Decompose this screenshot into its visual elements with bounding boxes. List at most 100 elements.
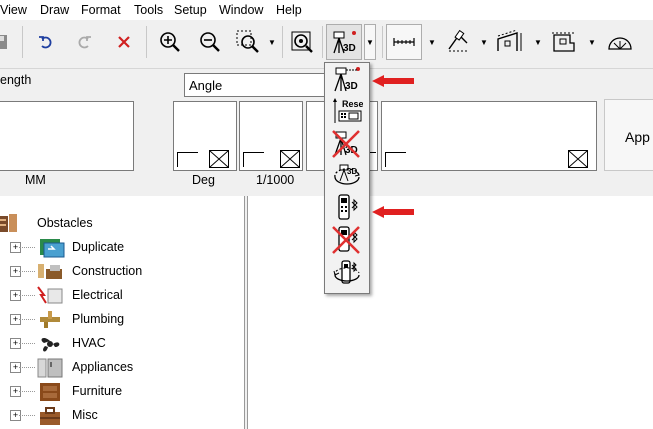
dropdown-item-reset[interactable]: Reset (331, 97, 367, 129)
misc-icon (40, 407, 60, 425)
svg-text:Reset: Reset (342, 99, 363, 109)
construction-icon (38, 264, 62, 279)
zoom-target-icon (291, 31, 313, 53)
tree-item-electrical[interactable]: + Electrical (0, 284, 244, 308)
tripod-dropdown-arrow[interactable]: ▼ (364, 24, 376, 60)
floorplan-button[interactable] (548, 26, 580, 58)
wall-dropdown-arrow[interactable]: ▼ (532, 26, 544, 58)
angle-field-value: Angle (189, 78, 223, 93)
menu-help[interactable]: Help (276, 3, 302, 17)
tripod-rotate-icon: 3D (334, 164, 360, 185)
save-icon (0, 35, 7, 49)
zoom-target-button[interactable] (286, 26, 318, 58)
toolbar: ▼ 3D ▼ ▼ ▼ ▼ ▼ (0, 20, 653, 68)
bluetooth-device-icon (338, 194, 358, 220)
tree-item-appliances[interactable]: + Appliances (0, 356, 244, 380)
unit-mm-label: MM (25, 173, 46, 187)
obstacles-tree: Obstacles + Duplicate + Construction + E… (0, 196, 245, 429)
dimension-button[interactable] (386, 24, 422, 60)
angle-display-box (173, 101, 237, 171)
unit-deg-label: Deg (192, 173, 215, 187)
zoom-in-button[interactable] (154, 26, 186, 58)
delete-x-icon (118, 36, 130, 48)
tripod-3d-button[interactable]: 3D (326, 24, 362, 60)
dropdown-item-bluetooth-device-disabled[interactable] (331, 225, 363, 257)
tree-item-furniture[interactable]: + Furniture (0, 380, 244, 404)
tripod-3d-icon: 3D (334, 67, 360, 92)
dropdown-item-tripod-rotate[interactable]: 3D (331, 161, 363, 193)
menu-bar: View Draw Format Tools Setup Window Help (0, 0, 653, 20)
corner-open-icon (385, 152, 406, 167)
tree-root-obstacles[interactable]: Obstacles (0, 212, 244, 236)
annotation-arrow-1 (372, 75, 414, 87)
svg-text:3D: 3D (345, 81, 358, 92)
zoom-window-icon (236, 30, 259, 53)
obstacles-icon (0, 214, 17, 232)
zoom-out-button[interactable] (194, 26, 226, 58)
tree-item-construction[interactable]: + Construction (0, 260, 244, 284)
redo-button[interactable] (68, 26, 100, 58)
menu-format[interactable]: Format (81, 3, 121, 17)
tree-item-plumbing[interactable]: + Plumbing (0, 308, 244, 332)
tree-item-hvac[interactable]: + HVAC (0, 332, 244, 356)
tree-item-label: Obstacles (37, 216, 93, 230)
corner-x-icon (209, 150, 229, 168)
dropdown-item-device-rotate[interactable] (331, 257, 363, 289)
zoom-in-icon (160, 32, 180, 52)
angle-field[interactable]: Angle (184, 73, 326, 97)
delete-button[interactable] (108, 26, 140, 58)
tree-item-misc[interactable]: + Misc (0, 404, 244, 428)
save-button[interactable] (0, 26, 16, 58)
zoom-out-icon (200, 32, 220, 52)
dropdown-item-tripod-3d-disabled[interactable]: 3D (331, 129, 363, 161)
drawing-canvas[interactable] (247, 196, 653, 429)
apply-button[interactable]: App (604, 99, 653, 171)
tripod-dropdown-menu: 3D Reset 3D 3D (324, 62, 370, 294)
menu-draw[interactable]: Draw (40, 3, 69, 17)
dimension-icon (393, 38, 415, 46)
tree-item-duplicate[interactable]: + Duplicate (0, 236, 244, 260)
electrical-icon (37, 286, 63, 304)
tripod-3d-disabled-icon: 3D (332, 130, 360, 158)
device-rotate-icon (333, 260, 360, 284)
dimension-dropdown-arrow[interactable]: ▼ (426, 26, 438, 58)
protractor-button[interactable] (604, 26, 636, 58)
corner-x-icon (568, 150, 588, 168)
zoom-dropdown-arrow[interactable]: ▼ (266, 26, 278, 58)
corner-open-icon (177, 152, 198, 167)
corner-x-icon (280, 150, 300, 168)
unit-ratio-label: 1/1000 (256, 173, 295, 187)
dropdown-item-tripod-3d[interactable]: 3D (331, 65, 363, 97)
length-display (0, 101, 134, 171)
undo-icon (39, 36, 52, 49)
zoom-window-button[interactable] (232, 26, 264, 58)
plumbing-icon (40, 311, 60, 328)
wall-measure-icon (497, 29, 522, 51)
ratio-display-box (239, 101, 303, 171)
floorplan-dropdown-arrow[interactable]: ▼ (586, 26, 598, 58)
appliances-icon (37, 358, 63, 378)
corner-open-icon (243, 152, 264, 167)
hvac-icon (41, 337, 60, 352)
undo-button[interactable] (30, 26, 62, 58)
dropdown-item-bluetooth-device[interactable] (331, 193, 363, 225)
angle-dropdown-arrow[interactable]: ▼ (478, 26, 490, 58)
angle-measure-icon (448, 29, 469, 52)
angle-measure-button[interactable] (442, 26, 474, 58)
svg-text:3D: 3D (343, 43, 356, 54)
menu-window[interactable]: Window (219, 3, 263, 17)
menu-view[interactable]: View (0, 3, 27, 17)
protractor-icon (608, 37, 632, 50)
reset-icon: Reset (333, 98, 367, 123)
floorplan-icon (552, 32, 576, 52)
duplicate-icon (40, 239, 65, 258)
redo-icon (78, 36, 91, 49)
annotation-arrow-2 (372, 206, 414, 218)
furniture-icon (40, 383, 60, 401)
bluetooth-device-disabled-icon (332, 226, 360, 254)
tripod-3d-icon: 3D (333, 31, 356, 54)
length-label: ength (0, 73, 32, 87)
wall-measure-button[interactable] (494, 26, 526, 58)
menu-tools[interactable]: Tools (134, 3, 163, 17)
menu-setup[interactable]: Setup (174, 3, 207, 17)
